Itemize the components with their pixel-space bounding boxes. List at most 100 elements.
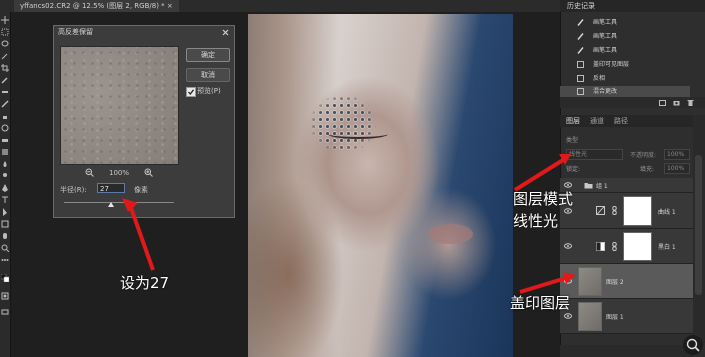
dodge-tool-icon[interactable]	[1, 172, 9, 180]
layer-row[interactable]: 组 1	[560, 178, 693, 193]
annotation-stamp-layer: 盖印图层	[510, 294, 571, 312]
preview-checkbox[interactable]	[186, 87, 196, 97]
radius-input[interactable]: 27	[97, 183, 125, 193]
screen-mode-icon[interactable]	[1, 308, 9, 316]
zoom-out-icon[interactable]	[85, 168, 94, 177]
fill-input[interactable]: 100%	[664, 163, 690, 174]
layer-name: 黑白 1	[658, 244, 676, 251]
history-item-label: 画笔工具	[593, 47, 618, 54]
layer-name: 图层 1	[606, 314, 624, 321]
history-actions	[560, 97, 705, 108]
blur-tool-icon[interactable]	[1, 160, 9, 168]
stamp-tool-icon[interactable]	[1, 112, 9, 120]
camera-icon[interactable]	[673, 99, 680, 106]
filter-preview[interactable]	[60, 46, 179, 165]
brush-tool-icon[interactable]	[1, 100, 9, 108]
layer-icon	[577, 61, 584, 68]
lasso-tool-icon[interactable]	[1, 40, 9, 48]
layer-row[interactable]: 曲线 1	[560, 193, 693, 229]
history-item-label: 盖印可见图层	[593, 61, 630, 68]
zoom-in-icon[interactable]	[144, 168, 153, 177]
history-item[interactable]: 盖印可见图层	[560, 59, 690, 70]
hand-tool-icon[interactable]	[1, 232, 9, 240]
photo-hair-shading	[248, 14, 338, 357]
portrait-photo[interactable]	[248, 14, 513, 357]
radius-slider-thumb[interactable]	[108, 202, 115, 207]
radius-label: 半径(R):	[60, 186, 87, 194]
layer-thumbnail[interactable]	[578, 302, 602, 331]
shape-tool-icon[interactable]	[1, 220, 9, 228]
healing-tool-icon[interactable]	[1, 88, 9, 96]
layer-mask-thumbnail[interactable]	[623, 232, 652, 261]
marquee-tool-icon[interactable]	[1, 28, 9, 36]
radius-unit: 像素	[134, 186, 148, 194]
type-tool-icon[interactable]	[1, 196, 9, 204]
history-item[interactable]: 反相	[560, 73, 690, 84]
gradient-tool-icon[interactable]	[1, 148, 9, 156]
history-item[interactable]: 画笔工具	[560, 31, 690, 42]
tab-paths[interactable]: 路径	[614, 116, 628, 126]
link-icon[interactable]	[612, 206, 617, 215]
opacity-input[interactable]: 100%	[664, 149, 690, 160]
history-tab[interactable]: 历史记录	[565, 1, 597, 11]
move-tool-icon[interactable]	[1, 16, 9, 24]
history-item[interactable]: 画笔工具	[560, 17, 690, 28]
history-brush-tool-icon[interactable]	[1, 124, 9, 132]
folder-icon	[584, 181, 593, 190]
ok-button[interactable]: 确定	[186, 48, 230, 62]
pen-tool-icon[interactable]	[1, 184, 9, 192]
radius-slider-track[interactable]	[64, 202, 174, 203]
layers-actions	[560, 345, 693, 357]
snapshot-icon[interactable]	[659, 99, 666, 106]
layer-filter-row[interactable]: 类型	[566, 135, 691, 144]
layer-row[interactable]: 图层 2	[560, 264, 693, 299]
visibility-eye-icon[interactable]	[564, 278, 572, 284]
visibility-eye-icon[interactable]	[564, 313, 572, 319]
quick-mask-icon[interactable]	[1, 292, 9, 300]
layer-thumbnail[interactable]	[578, 267, 602, 296]
cancel-button[interactable]: 取消	[186, 68, 230, 82]
high-pass-dialog: 高反差保留 确定 取消 预览(P) 100% 半径(R): 27 像素	[53, 25, 235, 218]
eyedropper-tool-icon[interactable]	[1, 76, 9, 84]
document-tab-close[interactable]: ×	[167, 2, 173, 10]
close-icon[interactable]	[220, 27, 231, 38]
layers-scroll-thumb[interactable]	[695, 155, 702, 295]
preview-label: 预览(P)	[197, 87, 221, 95]
document-tab-title: yffancs02.CR2 @ 12.5% (图层 2, RGB/8) *	[20, 2, 165, 10]
more-tools-icon[interactable]	[1, 256, 9, 264]
history-item[interactable]: 混合更改	[560, 86, 690, 97]
tab-channels[interactable]: 通道	[590, 116, 604, 126]
visibility-eye-icon[interactable]	[564, 243, 572, 249]
history-item-label: 画笔工具	[593, 19, 618, 26]
eraser-tool-icon[interactable]	[1, 136, 9, 144]
layer-mask-thumbnail[interactable]	[623, 196, 652, 226]
layer-row[interactable]: 黑白 1	[560, 229, 693, 264]
crop-tool-icon[interactable]	[1, 64, 9, 72]
fill-label: 填充:	[640, 166, 655, 173]
trash-icon[interactable]	[687, 99, 694, 106]
history-item[interactable]: 画笔工具	[560, 45, 690, 56]
layer-filter-label: 类型	[566, 137, 579, 144]
photo-closed-eye	[328, 129, 388, 139]
layer-icon	[577, 88, 584, 95]
layer-row[interactable]: 图层 1	[560, 299, 693, 334]
link-icon[interactable]	[612, 242, 617, 251]
foreground-color-swatch[interactable]	[1, 274, 9, 282]
photo-face-gems	[303, 74, 398, 164]
history-item-label: 反相	[593, 75, 606, 82]
tab-layers[interactable]: 图层	[566, 116, 580, 126]
zoom-tool-icon[interactable]	[1, 244, 9, 252]
quick-select-tool-icon[interactable]	[1, 52, 9, 60]
layer-name: 图层 2	[606, 279, 624, 286]
brush-icon	[577, 19, 584, 26]
annotation-blend-mode: 线性光	[513, 212, 559, 230]
layer-name: 曲线 1	[658, 209, 676, 216]
zoom-level: 100%	[109, 169, 130, 177]
search-icon[interactable]	[683, 335, 703, 355]
document-tab[interactable]: yffancs02.CR2 @ 12.5% (图层 2, RGB/8) * ×	[14, 0, 179, 12]
blend-mode-select[interactable]: 线性光	[566, 149, 623, 160]
dialog-title: 高反差保留	[54, 26, 234, 39]
history-item-label: 画笔工具	[593, 33, 618, 40]
opacity-label: 不透明度:	[630, 152, 657, 159]
path-select-tool-icon[interactable]	[1, 208, 9, 216]
